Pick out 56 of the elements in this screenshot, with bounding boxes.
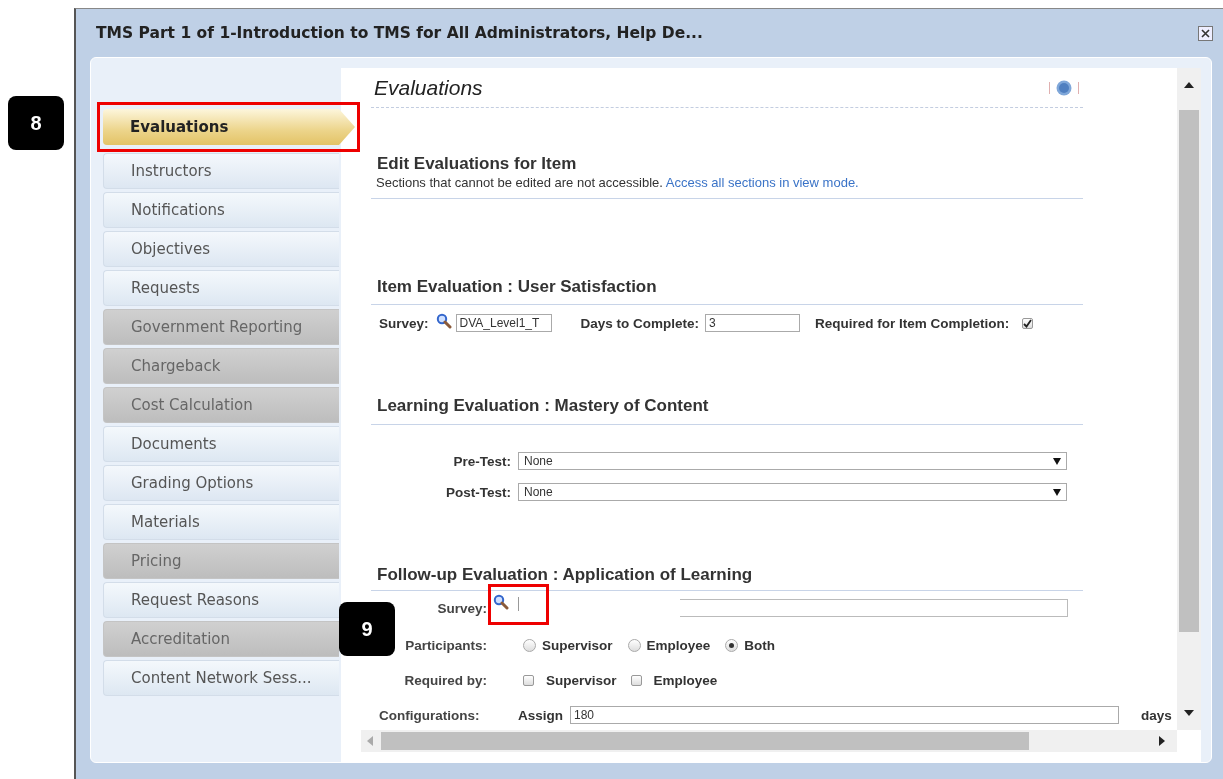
section-heading: Edit Evaluations for Item bbox=[377, 153, 577, 175]
sidebar-item[interactable]: Evaluations bbox=[103, 109, 355, 145]
search-icon[interactable] bbox=[493, 594, 509, 610]
horizontal-scrollbar[interactable] bbox=[361, 730, 1177, 752]
help-icon[interactable] bbox=[1056, 79, 1072, 96]
sidebar-item[interactable]: Content Network Sess... bbox=[103, 660, 339, 696]
checkbox[interactable] bbox=[1022, 317, 1034, 329]
dropdown-arrow-icon bbox=[1053, 488, 1061, 496]
sidebar-item[interactable]: Objectives bbox=[103, 231, 339, 267]
unit-label: days bbox=[1141, 707, 1172, 723]
dropdown[interactable]: None bbox=[518, 452, 1067, 470]
sidebar-item[interactable]: Notifications bbox=[103, 192, 339, 228]
option-label: Both bbox=[744, 637, 776, 653]
option-label: Supervisor bbox=[542, 637, 613, 653]
option-label: Supervisor bbox=[546, 672, 617, 688]
option-label: Employee bbox=[646, 637, 711, 653]
field-label: Survey: bbox=[379, 315, 429, 331]
field-label: Required by: bbox=[403, 672, 487, 688]
window-title: TMS Part 1 of 1-Introduction to TMS for All Administrators, Help De... bbox=[96, 24, 703, 42]
search-icon[interactable] bbox=[435, 313, 452, 329]
view-mode-link[interactable]: Access all sections in view mode. bbox=[665, 175, 859, 190]
vertical-scrollbar[interactable] bbox=[1177, 68, 1201, 730]
field-label: Required for Item Completion: bbox=[815, 315, 1010, 331]
field-label: Configurations: bbox=[378, 707, 481, 723]
radio-button[interactable] bbox=[627, 638, 641, 652]
assign-field[interactable]: 180 bbox=[570, 706, 1119, 724]
sidebar-item[interactable]: Materials bbox=[103, 504, 339, 540]
field-label: Participants: bbox=[404, 637, 487, 653]
field-label: Days to Complete: bbox=[580, 315, 700, 331]
dropdown[interactable]: None bbox=[518, 483, 1067, 501]
radio-button[interactable] bbox=[725, 638, 739, 652]
option-label: Employee bbox=[653, 672, 718, 688]
sidebar-item[interactable]: Requests bbox=[103, 270, 339, 306]
checkbox[interactable] bbox=[630, 674, 642, 686]
dropdown-arrow-icon bbox=[1053, 457, 1061, 465]
field-label: Post-Test: bbox=[445, 484, 511, 500]
radio-button[interactable] bbox=[523, 638, 536, 652]
field-label: Assign bbox=[518, 707, 563, 723]
survey-field[interactable]: DVA_Level1_T bbox=[455, 314, 552, 332]
field-label: Pre-Test: bbox=[452, 453, 511, 469]
days-field[interactable]: 3 bbox=[705, 314, 801, 332]
sidebar-item[interactable]: Instructors bbox=[103, 153, 339, 189]
section-heading: Item Evaluation : User Satisfaction bbox=[377, 276, 657, 298]
step-badge: 8 bbox=[8, 96, 64, 150]
survey-field[interactable] bbox=[518, 597, 521, 611]
sidebar-item[interactable]: Documents bbox=[103, 426, 339, 462]
close-icon[interactable] bbox=[1198, 25, 1213, 41]
section-heading: Learning Evaluation : Mastery of Content bbox=[377, 395, 709, 417]
field-label: Survey: bbox=[436, 600, 487, 616]
panel-title: Evaluations bbox=[374, 75, 483, 100]
info-text: Sections that cannot be edited are not accessible. Access all sections in view mode. bbox=[376, 175, 860, 191]
sidebar-item[interactable]: Grading Options bbox=[103, 465, 339, 501]
sidebar-item[interactable]: Request Reasons bbox=[103, 582, 339, 618]
checkbox[interactable] bbox=[523, 674, 534, 686]
step-badge: 9 bbox=[339, 602, 395, 656]
section-heading: Follow-up Evaluation : Application of Learning bbox=[377, 564, 753, 586]
